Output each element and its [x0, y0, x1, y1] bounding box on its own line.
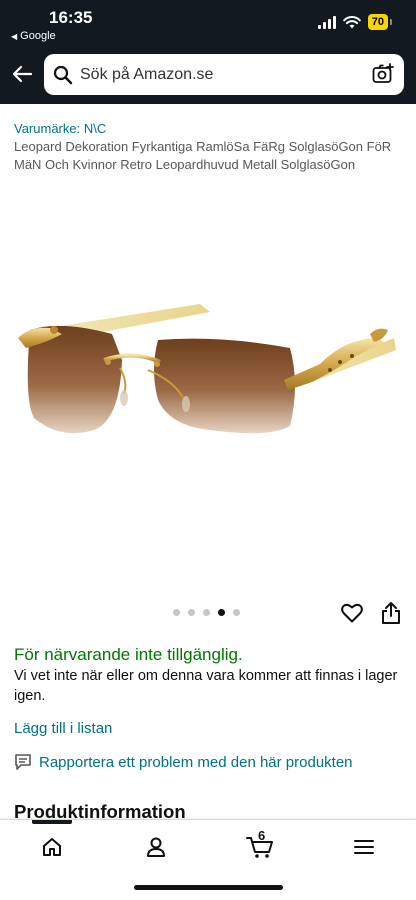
search-input[interactable] — [80, 65, 350, 84]
home-indicator — [134, 885, 283, 890]
image-carousel-dots[interactable] — [173, 609, 240, 616]
nav-account[interactable] — [141, 832, 171, 862]
report-problem-link[interactable]: Rapportera ett problem med den här produ… — [14, 753, 353, 771]
account-icon — [147, 837, 165, 857]
hamburger-menu-icon — [354, 840, 374, 854]
home-icon — [43, 838, 61, 856]
availability-status: För närvarande inte tillgänglig. — [14, 645, 243, 664]
status-icons: 70 — [317, 14, 393, 30]
availability-description: Vi vet inte när eller om denna vara komm… — [14, 668, 398, 704]
search-bar[interactable] — [44, 54, 404, 95]
carousel-dot[interactable] — [173, 609, 180, 616]
back-arrow-icon[interactable] — [10, 62, 34, 86]
product-title: Leopard Dekoration Fyrkantiga RamlöSa Fä… — [14, 139, 392, 172]
add-to-list-link[interactable]: Lägg till i listan — [14, 720, 112, 737]
nav-cart[interactable]: 6 — [245, 828, 275, 862]
back-triangle-icon: ◀ — [11, 31, 18, 41]
search-icon — [53, 65, 73, 84]
nav-home[interactable] — [37, 832, 67, 862]
back-to-app-link[interactable]: ◀ Google — [11, 30, 56, 42]
battery-indicator: 70 — [367, 14, 393, 30]
cart-count-badge: 6 — [258, 828, 266, 843]
back-app-label: Google — [20, 30, 56, 42]
top-bar: 16:35 ◀ Google 70 — [0, 0, 416, 104]
wifi-icon — [342, 15, 361, 28]
brand-link[interactable]: Varumärke: N\C — [14, 121, 106, 136]
status-time: 16:35 — [49, 8, 93, 27]
wishlist-heart-icon[interactable] — [341, 603, 363, 623]
cellular-signal-icon — [317, 15, 336, 29]
report-flag-icon — [15, 754, 31, 770]
product-image[interactable] — [0, 290, 416, 450]
camera-search-icon[interactable] — [372, 63, 394, 85]
carousel-dot[interactable] — [203, 609, 210, 616]
share-icon[interactable] — [380, 601, 402, 625]
carousel-dot[interactable] — [188, 609, 195, 616]
report-problem-label: Rapportera ett problem med den här produ… — [39, 753, 353, 771]
carousel-dot-active[interactable] — [218, 609, 225, 616]
carousel-dot[interactable] — [233, 609, 240, 616]
active-tab-indicator — [32, 820, 72, 824]
nav-menu[interactable] — [349, 832, 379, 862]
